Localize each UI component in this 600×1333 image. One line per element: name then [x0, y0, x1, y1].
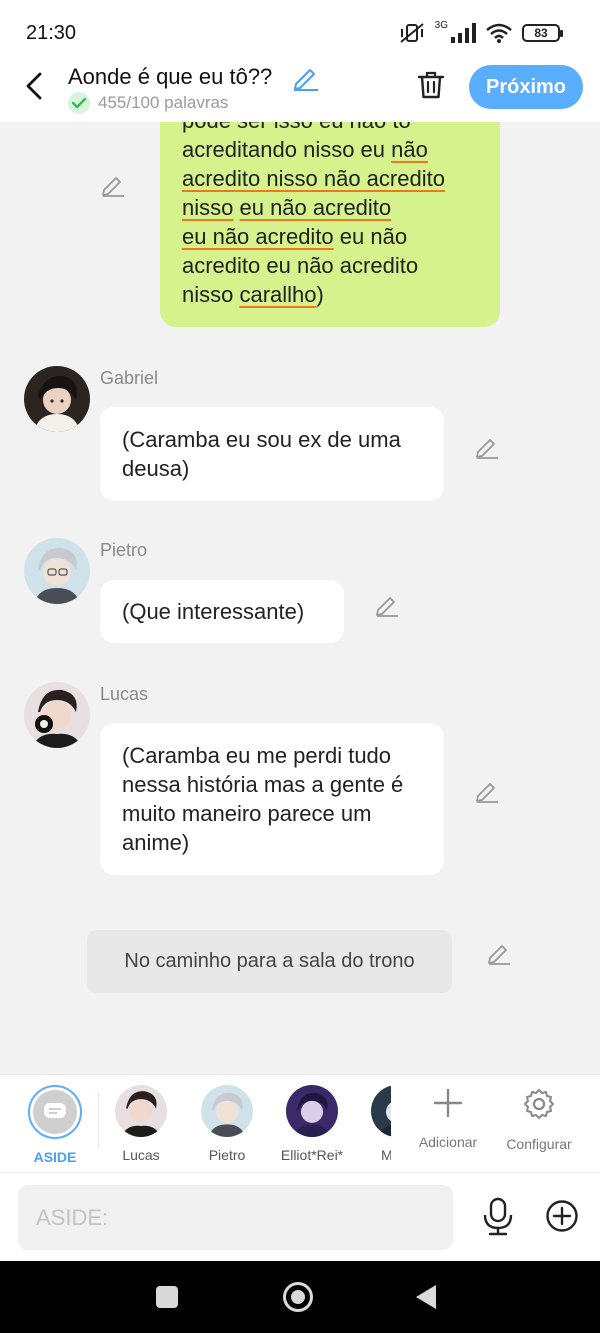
plus-icon: [433, 1088, 463, 1118]
battery-icon: 83: [522, 24, 563, 42]
configure-label: Configurar: [506, 1136, 572, 1152]
character-label: Lucas: [122, 1147, 160, 1163]
narration-text: pode ser isso eu não tô: [182, 122, 411, 133]
narration-line: pode ser isso eu não tô: [182, 122, 478, 135]
underlined-text: eu não acredito: [182, 224, 334, 249]
character-aside[interactable]: ASIDE: [12, 1085, 98, 1165]
microphone-icon[interactable]: [480, 1197, 516, 1237]
home-button[interactable]: [283, 1282, 313, 1312]
narration-text: acreditando nisso eu: [182, 137, 392, 162]
signal-icon: [451, 23, 476, 43]
word-count-label: 455/100 palavras: [98, 93, 229, 112]
edit-message-icon[interactable]: [474, 778, 500, 804]
avatar-m: [371, 1085, 391, 1137]
back-button[interactable]: [18, 70, 50, 102]
system-nav-bar: [0, 1261, 600, 1333]
edit-title-icon[interactable]: [292, 64, 320, 92]
avatar-lucas: [115, 1085, 167, 1137]
sender-name: Gabriel: [100, 368, 159, 388]
character-label: M: [381, 1147, 391, 1163]
character-selector: ASIDE Lucas Pietro Elliot*Rei* M Adicion…: [0, 1074, 600, 1172]
header: Aonde é que eu tô?? 455/100 palavras Pró…: [0, 62, 600, 122]
character-label: ASIDE: [33, 1149, 77, 1165]
word-count: 455/100 palavras: [68, 92, 228, 114]
narration-line: nisso eu não acredito: [182, 193, 478, 222]
chevron-left-icon: [26, 72, 42, 100]
avatar-elliot: [286, 1085, 338, 1137]
character-lucas[interactable]: Lucas: [98, 1085, 184, 1163]
underlined-text: nisso: [182, 195, 234, 220]
status-icons: 3G 83: [399, 19, 563, 44]
narration-text: ): [316, 282, 324, 307]
narration-bubble[interactable]: pode ser isso eu não tô acreditando nisso…: [160, 122, 500, 327]
message-bubble[interactable]: (Caramba eu me perdi tudo nessa história…: [100, 723, 444, 875]
avatar-gabriel[interactable]: [24, 366, 90, 432]
message-bubble[interactable]: (Que interessante): [100, 580, 344, 643]
underlined-text: não: [391, 137, 428, 162]
character-label: Pietro: [208, 1147, 246, 1163]
composer: [0, 1172, 600, 1261]
status-bar: 21:30 3G 83: [0, 0, 600, 62]
edit-message-icon[interactable]: [374, 592, 400, 618]
edit-message-icon[interactable]: [474, 434, 500, 460]
add-circle-icon[interactable]: [545, 1199, 579, 1233]
trash-icon: [417, 71, 445, 99]
narration-message[interactable]: No caminho para a sala do trono: [87, 930, 452, 993]
narration-line: acreditando nisso eu não: [182, 135, 478, 164]
message-input[interactable]: [18, 1185, 453, 1250]
avatar-lucas[interactable]: [24, 682, 90, 748]
narration-line: eu não acredito eu não: [182, 222, 478, 251]
message-bubble[interactable]: (Caramba eu sou ex de uma deusa): [100, 407, 444, 501]
edit-message-icon[interactable]: [486, 940, 512, 966]
add-label: Adicionar: [418, 1134, 478, 1150]
sender-name: Pietro: [100, 540, 148, 560]
configure-button[interactable]: Configurar: [500, 1087, 578, 1152]
edit-message-icon[interactable]: [100, 172, 126, 198]
add-character-button[interactable]: Adicionar: [408, 1087, 488, 1150]
system-back-button[interactable]: [416, 1285, 436, 1309]
page-title: Aonde é que eu tô??: [68, 64, 273, 89]
sender-name: Lucas: [100, 684, 149, 704]
narration-text: eu não: [333, 224, 408, 249]
delete-button[interactable]: [414, 68, 448, 102]
underlined-text: acredito nisso não acredito: [182, 166, 445, 191]
narration-text: nisso: [182, 282, 240, 307]
underlined-text: carallho: [239, 282, 317, 307]
check-icon: [68, 92, 90, 114]
wifi-icon: [486, 23, 512, 43]
narration-line: acredito eu não acredito: [182, 251, 478, 280]
network-type-label: 3G: [434, 19, 448, 31]
gear-icon: [524, 1089, 554, 1119]
status-time: 21:30: [26, 22, 77, 44]
next-button[interactable]: Próximo: [469, 65, 583, 109]
character-pietro[interactable]: Pietro: [184, 1085, 270, 1163]
chat-bubble-icon: [33, 1090, 77, 1134]
chat-area[interactable]: pode ser isso eu não tô acreditando nisso…: [0, 122, 600, 1074]
avatar-pietro[interactable]: [24, 538, 90, 604]
narration-text: acredito eu não acredito: [182, 253, 419, 278]
narration-line: acredito nisso não acredito: [182, 164, 478, 193]
character-m[interactable]: M: [343, 1085, 391, 1163]
recents-button[interactable]: [156, 1286, 178, 1308]
underlined-text: eu não acredito: [239, 195, 392, 220]
mute-vibrate-icon: [400, 23, 424, 43]
avatar-pietro: [201, 1085, 253, 1137]
narration-line: nisso carallho): [182, 280, 478, 309]
